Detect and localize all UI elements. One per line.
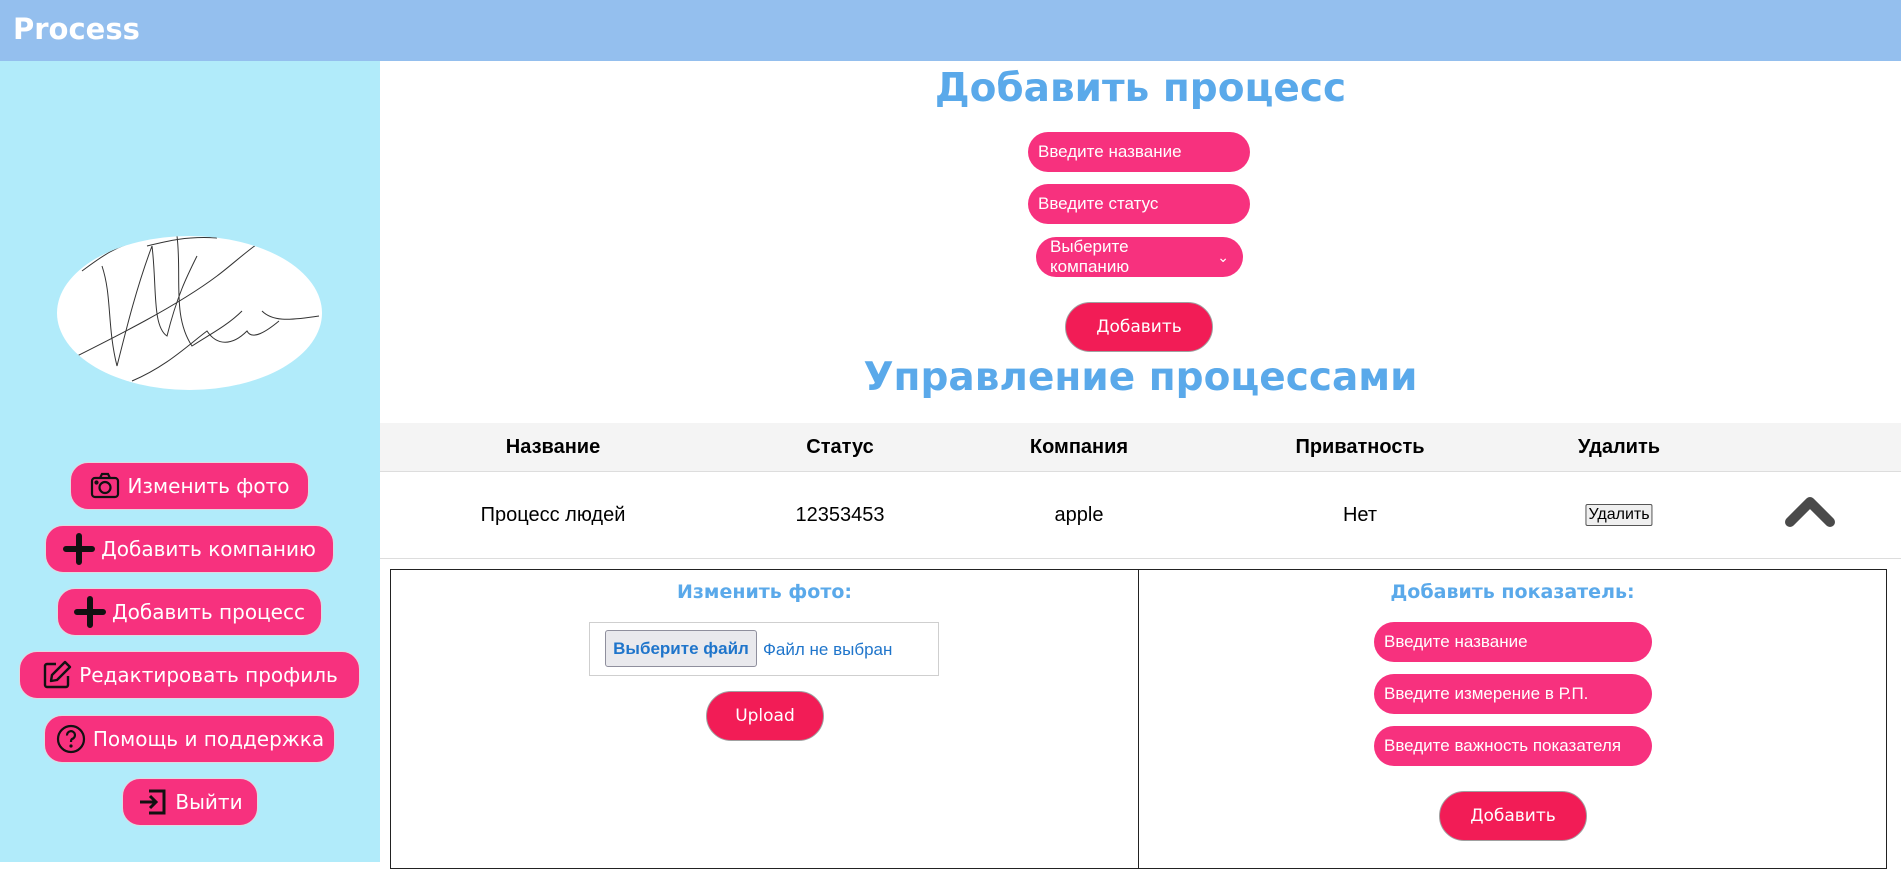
choose-file-button[interactable]: Выберите файл	[605, 630, 757, 667]
column-header-privacy: Приватность	[1295, 435, 1425, 458]
sidebar-item-help[interactable]: Помощь и поддержка	[44, 715, 335, 763]
file-status: Файл не выбран	[763, 640, 893, 659]
cell-process-status: 12353453	[795, 503, 885, 526]
help-icon	[55, 723, 87, 755]
sidebar-item-edit-profile[interactable]: Редактировать профиль	[19, 651, 360, 699]
company-select[interactable]: Выберите компанию ⌄	[1036, 237, 1243, 277]
process-status-input[interactable]	[1028, 184, 1250, 224]
sidebar-item-label: Помощь и поддержка	[92, 727, 325, 751]
chevron-up-icon[interactable]	[1785, 490, 1835, 530]
file-input[interactable]: Выберите файл Файл не выбран	[589, 622, 939, 676]
sidebar-item-label: Добавить компанию	[101, 537, 316, 561]
delete-button[interactable]: Удалить	[1585, 504, 1653, 526]
table-header: Название Статус Компания Приватность Уда…	[380, 423, 1901, 472]
sidebar-item-label: Добавить процесс	[112, 600, 305, 624]
process-name-input[interactable]	[1028, 132, 1250, 172]
column-header-delete: Удалить	[1577, 435, 1661, 458]
edit-icon	[41, 659, 73, 691]
add-process-button[interactable]: Добавить	[1065, 302, 1213, 352]
add-indicator-button[interactable]: Добавить	[1439, 791, 1587, 841]
add-process-title: Добавить процесс	[934, 66, 1347, 111]
avatar	[57, 236, 322, 390]
signature-image	[66, 236, 320, 382]
chevron-down-icon: ⌄	[1217, 248, 1229, 265]
sidebar-item-add-process[interactable]: Добавить процесс	[57, 588, 322, 636]
sidebar-item-label: Изменить фото	[127, 474, 290, 498]
sidebar: Изменить фото Добавить компанию Добавить…	[0, 61, 380, 862]
change-photo-title: Изменить фото:	[676, 581, 852, 603]
indicator-importance-input[interactable]	[1374, 726, 1652, 766]
plus-icon	[63, 533, 96, 565]
column-header-company: Компания	[1029, 435, 1129, 458]
sidebar-item-change-photo[interactable]: Изменить фото	[70, 462, 309, 510]
table-row: Процесс людей 12353453 apple Нет Удалить	[380, 472, 1901, 559]
app-title: Process	[13, 12, 140, 46]
column-header-status: Статус	[806, 435, 874, 458]
cell-process-name: Процесс людей	[480, 503, 626, 526]
indicator-name-input[interactable]	[1374, 622, 1652, 662]
column-header-name: Название	[505, 435, 601, 458]
top-bar: Process	[0, 0, 1901, 61]
add-indicator-panel: Добавить показатель: Добавить	[1138, 569, 1887, 869]
sidebar-item-label: Выйти	[175, 790, 243, 814]
add-indicator-title: Добавить показатель:	[1390, 581, 1635, 603]
sidebar-item-add-company[interactable]: Добавить компанию	[45, 525, 334, 573]
logout-icon	[137, 786, 169, 818]
cell-process-company: apple	[1054, 503, 1104, 526]
sidebar-item-logout[interactable]: Выйти	[122, 778, 258, 826]
sidebar-item-label: Редактировать профиль	[79, 663, 338, 687]
camera-icon	[89, 470, 121, 502]
indicator-measure-input[interactable]	[1374, 674, 1652, 714]
change-photo-panel: Изменить фото: Выберите файл Файл не выб…	[390, 569, 1139, 869]
plus-icon	[74, 596, 107, 628]
upload-button[interactable]: Upload	[706, 691, 824, 741]
cell-process-privacy: Нет	[1342, 503, 1378, 526]
company-select-value: Выберите компанию	[1050, 237, 1130, 276]
manage-processes-title: Управление процессами	[863, 355, 1418, 400]
